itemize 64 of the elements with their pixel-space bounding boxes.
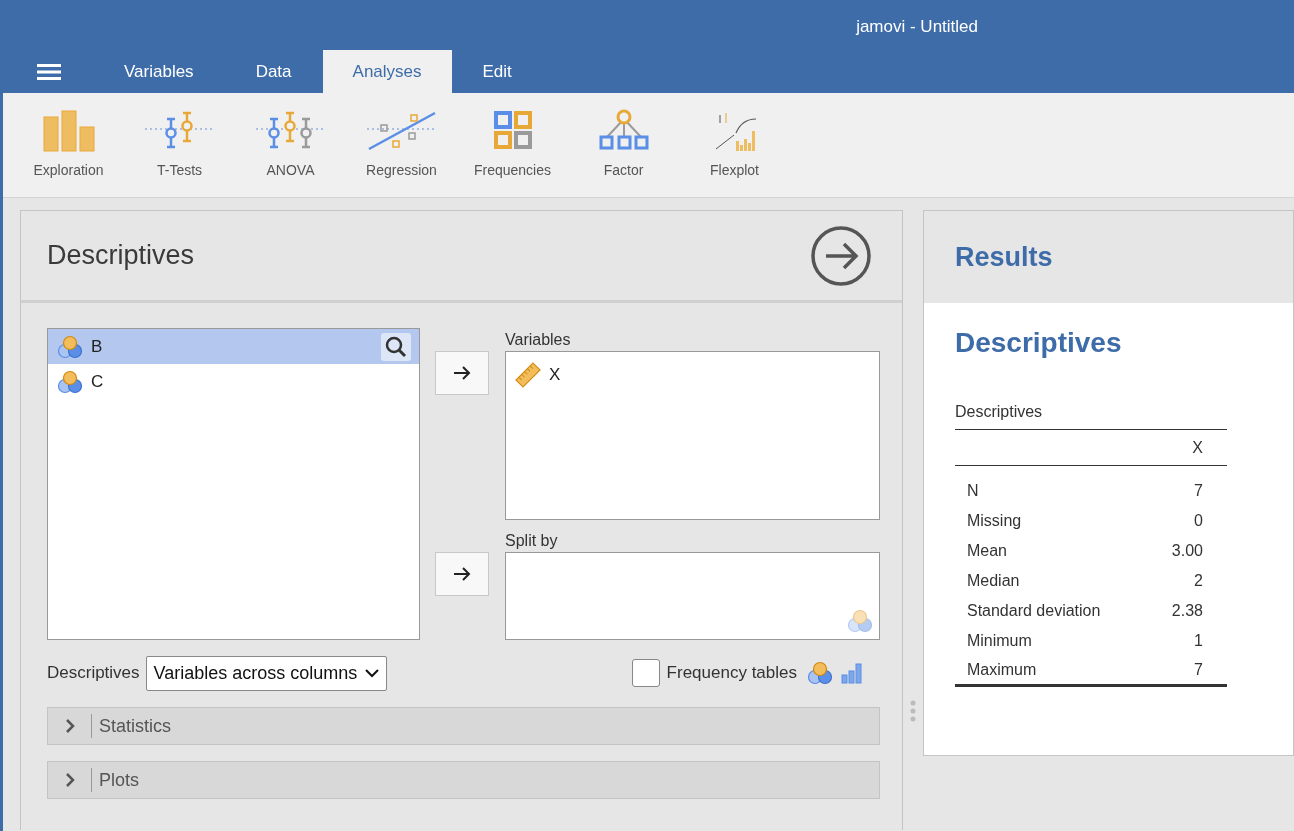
tab[interactable]: Edit (451, 50, 543, 93)
move-button[interactable] (435, 351, 489, 395)
table-cell-text: 2 (1193, 570, 1204, 591)
move-button[interactable] (435, 552, 489, 596)
arrow-right-icon (453, 366, 471, 380)
table-cell-text: Mean (965, 540, 1008, 561)
chevron-right-icon (63, 773, 76, 787)
splitter-handle[interactable] (909, 699, 916, 722)
layout-dropdown[interactable]: Variables across columns (145, 655, 388, 691)
ribbon-button[interactable]: ANOVA (235, 93, 346, 197)
nominal-variable-icon (57, 369, 83, 394)
table-cell-text: Missing (965, 510, 1023, 531)
table-cell-text: 7 (1193, 480, 1204, 501)
variable-name: C (91, 371, 105, 392)
table-cell: Maximum (954, 655, 1142, 686)
table-cell: 7 (1141, 655, 1227, 686)
variable-name: X (549, 364, 562, 385)
table-cell-text: 3.00 (1170, 540, 1204, 561)
tab[interactable]: Variables (93, 50, 225, 93)
chevron-right-icon (63, 719, 76, 733)
nominal-variable-icon (57, 334, 83, 359)
checkbox[interactable] (631, 659, 660, 687)
table-cell-text: Minimum (965, 630, 1033, 651)
arrow-right-icon (453, 567, 471, 581)
target-label: Split by (505, 531, 559, 551)
nominal-variable-icon (807, 661, 833, 685)
ribbon-button[interactable]: Regression (346, 93, 457, 197)
column-header: X (1141, 429, 1227, 466)
table-title: Descriptives (954, 403, 1044, 422)
table-cell-text: Median (965, 570, 1021, 591)
ribbon-button[interactable]: T-Tests (124, 93, 235, 197)
table-cell-text: 2.38 (1170, 600, 1204, 621)
tab[interactable]: Analyses (322, 50, 452, 93)
bar-chart-icon (841, 662, 863, 684)
ribbon-button[interactable]: Factor (568, 93, 679, 197)
checkbox-label: Frequency tables (666, 663, 797, 683)
target-label: Variables (505, 330, 572, 350)
chevron-down-icon (365, 668, 380, 678)
collapsible-section[interactable]: Statistics (47, 707, 880, 745)
variable-item[interactable]: C (48, 364, 419, 399)
table-cell-text: N (965, 480, 980, 501)
table-cell-text: 1 (1193, 630, 1204, 651)
variable-name: B (91, 336, 104, 357)
panel-title: Descriptives (47, 240, 195, 271)
results-header: Results (954, 241, 1053, 273)
menu-icon (37, 62, 61, 81)
tab[interactable]: Data (224, 50, 323, 93)
nominal-variable-icon (847, 609, 873, 633)
variable-item[interactable]: B (48, 329, 419, 364)
window-title: jamovi - Untitled (856, 17, 978, 38)
variable-item[interactable]: X (506, 357, 879, 392)
ribbon-button[interactable]: Exploration (13, 93, 124, 197)
table-cell-text: 0 (1193, 510, 1204, 531)
scatter-line-icon (366, 109, 437, 153)
table-cell-text: Standard deviation (965, 600, 1102, 621)
search-icon (385, 335, 407, 358)
results-title: Descriptives (954, 327, 1123, 359)
ribbon-button[interactable]: Frequencies (457, 93, 568, 197)
option-label: Descriptives (47, 663, 140, 683)
collapsible-section[interactable]: Plots (47, 761, 880, 799)
search-button[interactable] (381, 332, 411, 361)
run-button[interactable] (810, 224, 872, 287)
arrow-circle-icon (810, 224, 872, 287)
ribbon-button[interactable]: Flexplot (679, 93, 790, 197)
